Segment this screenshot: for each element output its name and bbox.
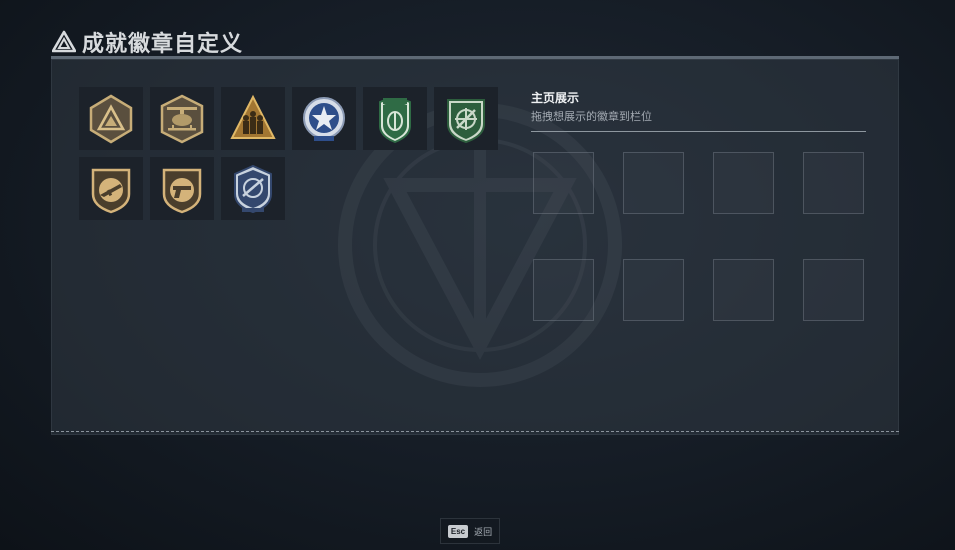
badge-inventory (79, 87, 509, 220)
triangle-logo-icon (52, 30, 76, 53)
showcase-slot[interactable] (713, 152, 774, 214)
badge-item[interactable] (79, 157, 143, 220)
showcase-slot[interactable] (533, 152, 594, 214)
green-shield-badge-icon (379, 97, 411, 143)
page-header: 成就徽章自定义 (52, 22, 243, 56)
triangle-badge-icon (89, 94, 133, 143)
showcase-slot[interactable] (803, 259, 864, 321)
showcase-slot[interactable] (623, 152, 684, 214)
panel-bottom-divider (51, 431, 899, 432)
showcase-slot[interactable] (713, 259, 774, 321)
showcase-divider (531, 131, 866, 132)
badge-item[interactable] (434, 87, 498, 150)
blue-crosshair-badge-icon (234, 164, 272, 213)
badge-item[interactable] (363, 87, 427, 150)
star-wings-badge-icon (303, 96, 345, 141)
badge-item[interactable] (292, 87, 356, 150)
showcase-title: 主页展示 (531, 91, 580, 105)
badge-item[interactable] (221, 87, 285, 150)
esc-key-hint: Esc (447, 524, 469, 538)
page-title: 成就徽章自定义 (82, 31, 244, 56)
helicopter-badge-icon (160, 94, 204, 143)
soldiers-triangle-badge-icon (230, 94, 276, 139)
badge-item[interactable] (221, 157, 285, 220)
badge-panel: 主页展示 拖拽想展示的徽章到栏位 (51, 56, 899, 435)
green-crosshair-badge-icon (447, 98, 485, 143)
showcase-slot[interactable] (533, 259, 594, 321)
back-button[interactable]: Esc 返回 (440, 518, 500, 544)
showcase-slot[interactable] (803, 152, 864, 214)
homepage-showcase: 主页展示 拖拽想展示的徽章到栏位 (531, 89, 866, 132)
showcase-slots (533, 152, 866, 321)
badge-item[interactable] (79, 87, 143, 150)
gold-pistol-badge-icon (162, 168, 202, 213)
showcase-subtitle: 拖拽想展示的徽章到栏位 (531, 111, 652, 123)
showcase-slot[interactable] (623, 259, 684, 321)
badge-item[interactable] (150, 157, 214, 220)
gold-rifle-badge-icon (91, 168, 131, 213)
back-label: 返回 (474, 526, 493, 537)
badge-item[interactable] (150, 87, 214, 150)
